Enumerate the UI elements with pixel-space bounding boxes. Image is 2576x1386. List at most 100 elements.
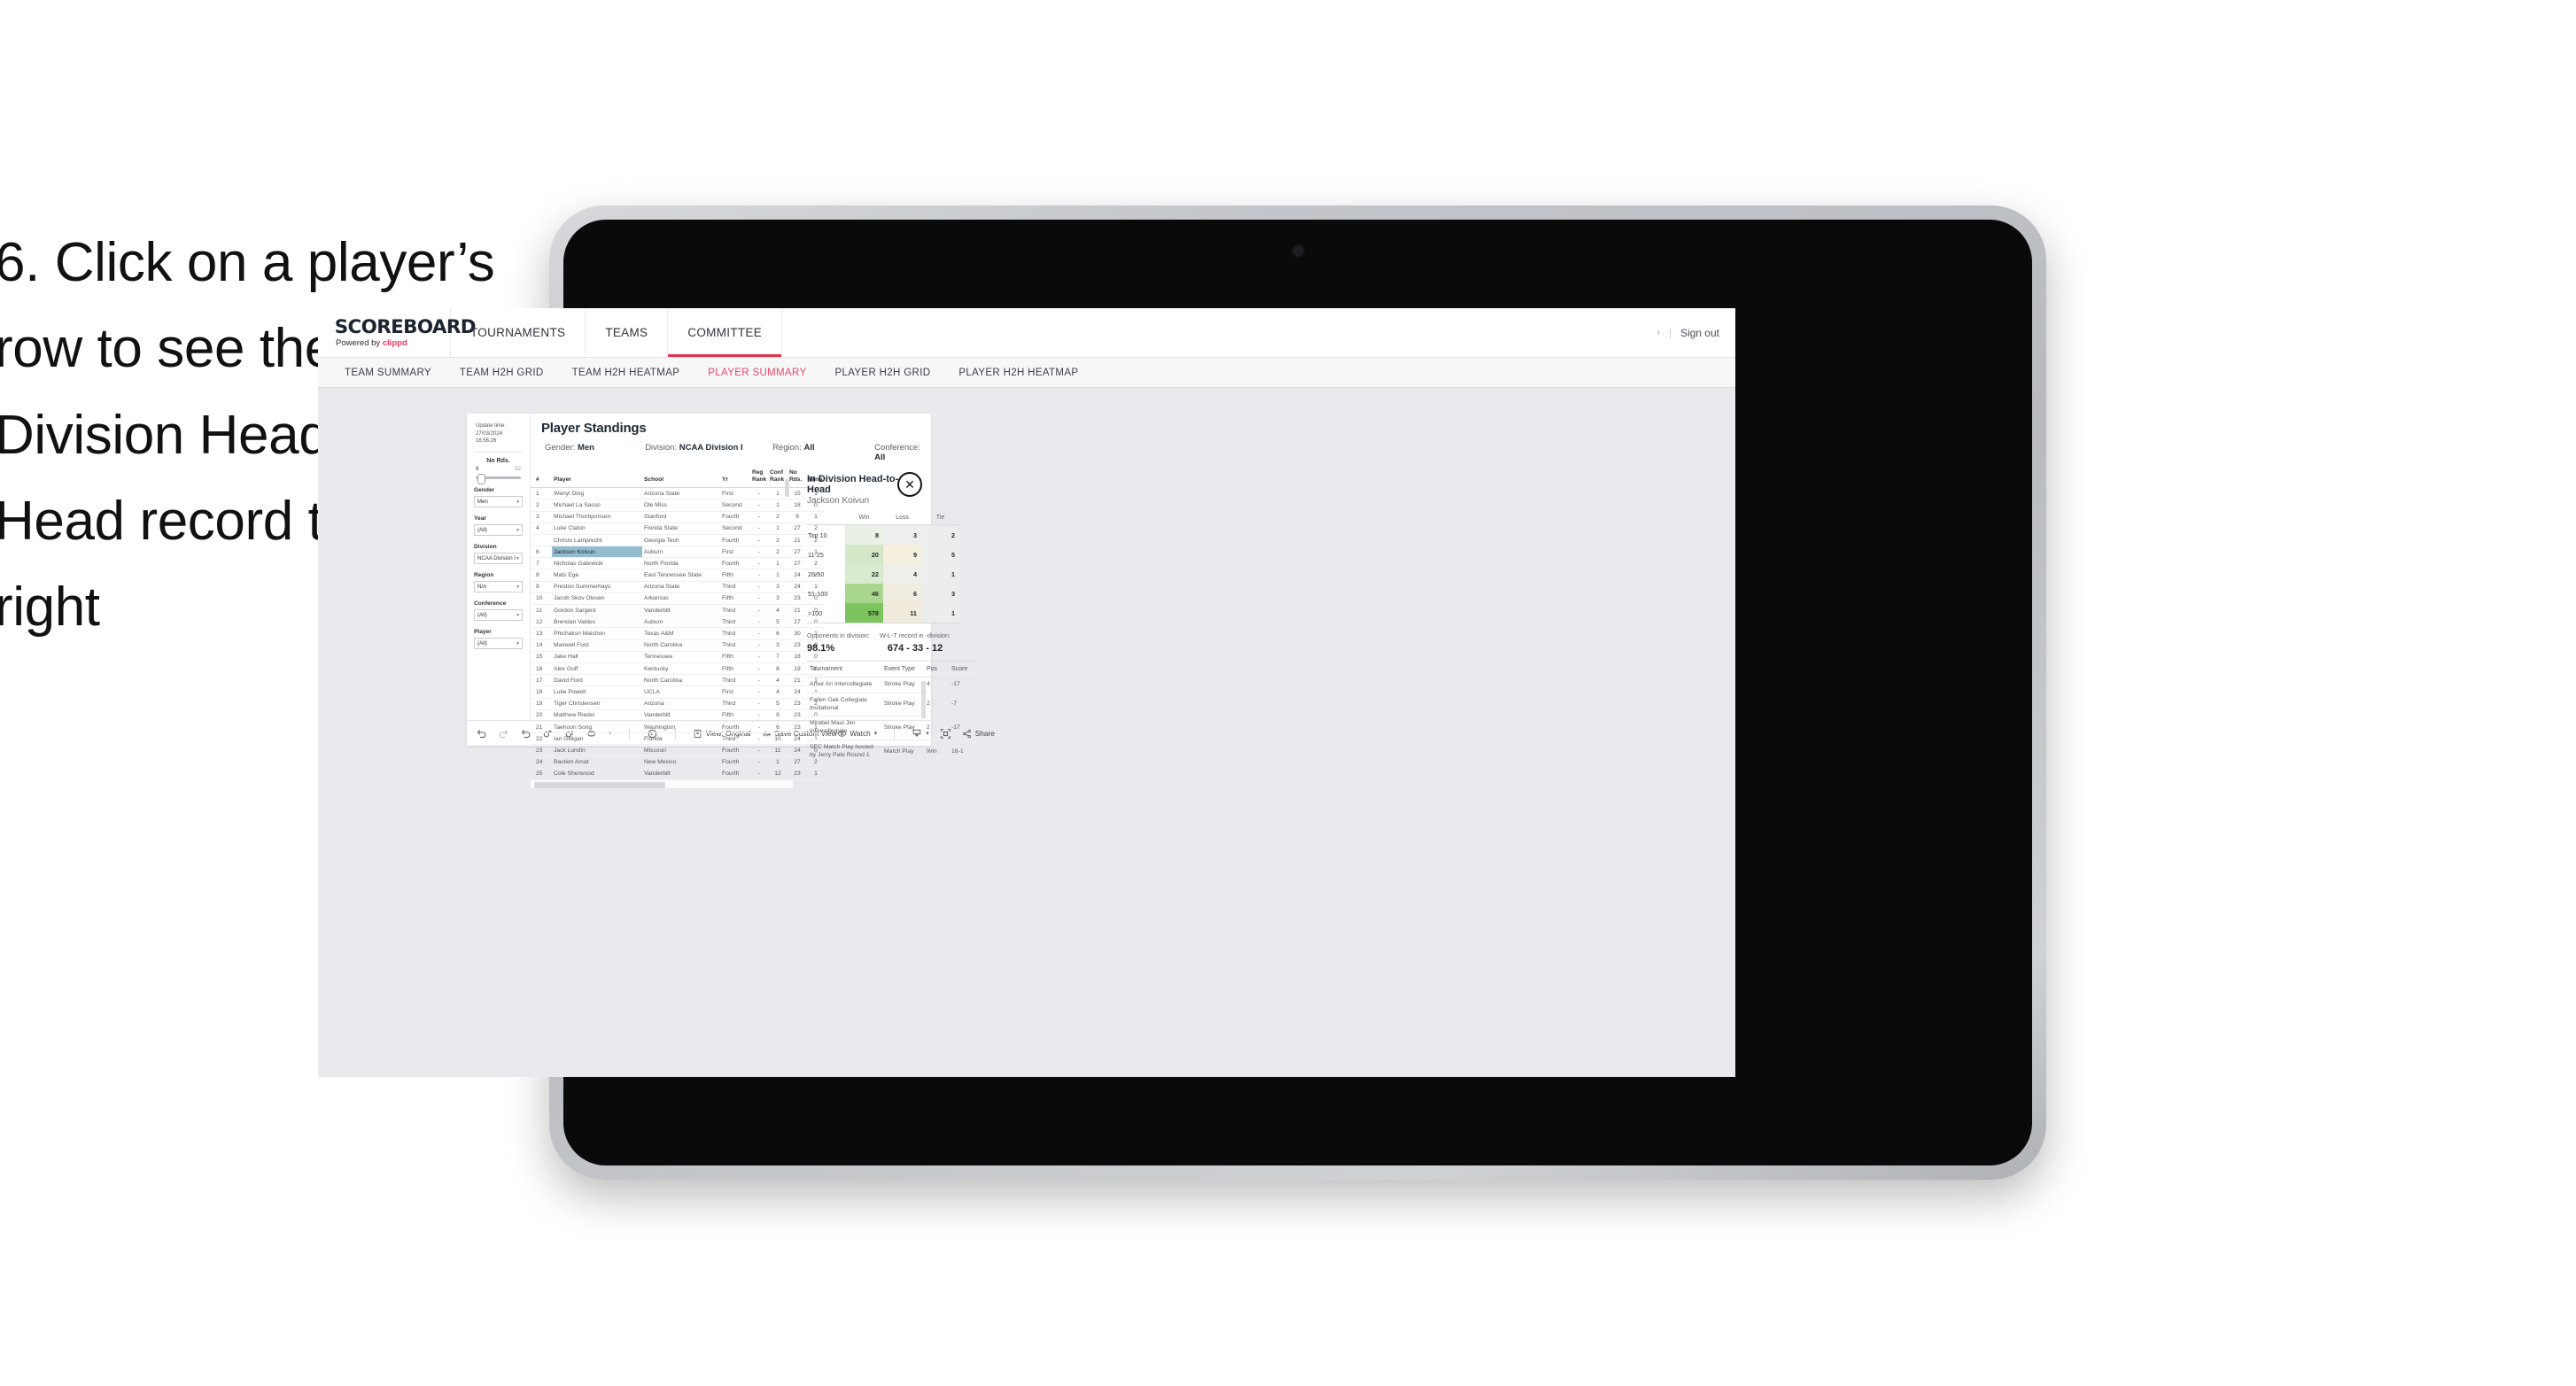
close-icon[interactable]: ✕: [897, 472, 922, 497]
tournament-scrollbar[interactable]: [921, 681, 926, 718]
filter-region: Region N/A ▾: [474, 564, 523, 593]
camera-icon: [1293, 246, 1303, 256]
undo-icon[interactable]: [476, 728, 487, 739]
filter-region-select[interactable]: N/A ▾: [474, 581, 523, 593]
tab-player-h2h-heatmap[interactable]: PLAYER H2H HEATMAP: [944, 368, 1092, 378]
cell-reg-rank: -: [750, 732, 768, 746]
table-row[interactable]: 12 Brendan Valdes Auburn Third -5 27 0: [531, 616, 825, 629]
stat-opponents: Opponents in division: 98.1%: [807, 631, 880, 654]
filter-division-select[interactable]: NCAA Division I ▾: [474, 553, 523, 565]
brand-logo: SCOREBOARD Powered by clippd: [318, 308, 477, 357]
cell-player: David Ford: [552, 674, 642, 687]
cell-no-rds: 24: [788, 744, 807, 757]
table-row[interactable]: 14 Maxwell Ford North Carolina Third -3 23 0: [531, 639, 825, 652]
tournament-table: Tournament Event Type Pos Score Amer Ari…: [807, 661, 979, 764]
table-row[interactable]: 18 Luke Powell UCLA First -4 24 1: [531, 685, 825, 699]
no-rounds-slider[interactable]: No Rds. 6 52: [474, 453, 523, 484]
table-row[interactable]: 16 Alex Goff Kentucky Fifth -8 19 0: [531, 662, 825, 676]
table-row[interactable]: 3 Michael Thorbjornsen Stanford Fourth -2 9 1: [531, 511, 825, 523]
cell-tournament-name: Amer Ari Intercollegiate: [807, 677, 881, 693]
cell-score: 18-1: [949, 739, 979, 764]
filter-region-label: Region: [474, 572, 494, 579]
filter-player-label: Player: [474, 629, 492, 636]
h2h-win-cell: 578: [845, 603, 883, 623]
slider-handle[interactable]: [477, 473, 485, 484]
filter-division: Division NCAA Division I ▾: [474, 536, 523, 565]
tab-player-h2h-grid[interactable]: PLAYER H2H GRID: [820, 368, 944, 378]
table-row[interactable]: 22 Ian Gilligan Florida Third -10 24 1: [531, 732, 825, 746]
cell-yr: First: [720, 487, 750, 500]
nav-teams[interactable]: TEAMS: [586, 308, 669, 357]
cell-rank: 2: [531, 499, 552, 512]
cell-player: Luke Claton: [552, 523, 642, 535]
table-row[interactable]: 21 Taehoon Song Washington Fourth -6 23 1: [531, 721, 825, 734]
table-row[interactable]: 9 Preston Summerhays Arizona State Third -3 2…: [531, 581, 825, 593]
table-row[interactable]: 2 Michael La Sasso Ole Miss Second -1 18 0: [531, 499, 825, 512]
update-time-label: Update time:: [476, 423, 507, 429]
cell-rank: 12: [531, 616, 552, 629]
table-row[interactable]: 7 Nicholas Gabrelcik North Florida Fourth -1…: [531, 557, 825, 570]
table-row[interactable]: 19 Tiger Christensen Arizona Third -5 23 2: [531, 698, 825, 710]
table-row[interactable]: 10 Jacob Skov Olesen Arkansas Fifth -3 23 0: [531, 592, 825, 606]
col-reg-rank[interactable]: Reg Rank: [750, 467, 768, 489]
table-row[interactable]: 25 Cole Sherwood Vanderbilt Fourth -12 23 1: [531, 768, 825, 780]
col-school[interactable]: School: [642, 467, 720, 489]
cell-score: -7: [949, 693, 979, 717]
tab-team-summary[interactable]: TEAM SUMMARY: [330, 368, 446, 378]
table-row[interactable]: 15 Jake Hall Tennessee Fifth -7 18 0: [531, 651, 825, 663]
h2h-matrix-row: >100 578 11 1: [807, 603, 959, 623]
col-rank[interactable]: #: [531, 467, 552, 489]
table-row[interactable]: 4 Luke Claton Florida State Second -1 27 2: [531, 523, 825, 535]
col-player[interactable]: Player: [552, 467, 642, 489]
cell-reg-rank: -: [750, 755, 768, 769]
tournament-row: Fallen Oak Collegiate Invitational Stroke…: [807, 693, 979, 717]
slider-track[interactable]: [476, 473, 521, 484]
table-row[interactable]: 23 Jack Lundin Missouri Fourth -11 24 0: [531, 744, 825, 757]
cell-rank: 1: [531, 487, 552, 500]
filter-year: Year (All) ▾: [474, 507, 523, 537]
cell-no-rds: 27: [788, 755, 807, 769]
sign-out-link[interactable]: Sign out: [1680, 327, 1719, 339]
table-row[interactable]: 11 Gordon Sargent Vanderbilt Third -4 21 0: [531, 604, 825, 617]
cell-school: Georgia Tech: [642, 534, 720, 547]
table-row[interactable]: 6 Jackson Koivun Auburn First -2 27 1: [531, 546, 825, 559]
table-row[interactable]: 24 Bastien Amat New Mexico Fourth -1 27 2: [531, 755, 825, 769]
filter-gender-select[interactable]: Men ▾: [474, 496, 523, 508]
col-yr[interactable]: Yr: [720, 467, 750, 489]
h2h-tie-cell: 1: [921, 564, 959, 584]
cell-rank: 9: [531, 581, 552, 593]
table-row[interactable]: 20 Matthew Riedel Vanderbilt Fifth -9 23 0: [531, 709, 825, 722]
table-row[interactable]: Christo Lamprecht Georgia Tech Fourth -2 21 2: [531, 534, 825, 547]
tab-team-h2h-grid[interactable]: TEAM H2H GRID: [446, 368, 558, 378]
nav-tournaments[interactable]: TOURNAMENTS: [451, 308, 586, 357]
h2h-loss-cell: 11: [883, 603, 921, 623]
signout-area: › | Sign out: [1657, 308, 1735, 357]
table-row[interactable]: 17 David Ford North Carolina Third -4 21 1: [531, 674, 825, 687]
tab-team-h2h-heatmap[interactable]: TEAM H2H HEATMAP: [558, 368, 694, 378]
cell-rank: 18: [531, 685, 552, 699]
filter-conference-label: Conference: [474, 600, 507, 608]
table-horizontal-scrollbar[interactable]: [531, 779, 793, 788]
standings-table: # Player School Yr Reg Rank Conf Rank No Rd…: [531, 467, 825, 780]
filter-summary: Gender: Men Division: NCAA Division I Re…: [541, 443, 931, 462]
filter-conference-select[interactable]: (All) ▾: [474, 609, 523, 622]
cell-player: Alex Goff: [552, 662, 642, 676]
nav-committee[interactable]: COMMITTEE: [668, 308, 783, 357]
summary-region-label: Region:: [772, 443, 802, 453]
tab-player-summary[interactable]: PLAYER SUMMARY: [694, 368, 820, 378]
cell-conf-rank: 3: [768, 581, 788, 593]
cell-player: Preston Summerhays: [552, 581, 642, 593]
table-row[interactable]: 8 Mats Ege East Tennessee State Fifth -1 24 2: [531, 569, 825, 582]
cell-player: Maxwell Ford: [552, 639, 642, 652]
table-row[interactable]: 13 Phichaksn Maichon Texas A&M Third -6 30 1: [531, 627, 825, 640]
h2h-matrix-row: 51-100 46 6 3: [807, 584, 959, 603]
cell-school: Tennessee: [642, 651, 720, 663]
table-row[interactable]: 1 Wenyi Ding Arizona State First -1 15 1: [531, 487, 825, 500]
table-vertical-scrollbar[interactable]: [785, 479, 789, 497]
redo-icon[interactable]: [498, 728, 509, 739]
chevron-down-icon: ▾: [516, 640, 519, 647]
filter-player-select[interactable]: (All) ▾: [474, 638, 523, 650]
tournament-row: Amer Ari Intercollegiate Stroke Play 4 -17: [807, 677, 979, 693]
cell-school: New Mexico: [642, 755, 720, 769]
filter-year-select[interactable]: (All) ▾: [474, 524, 523, 537]
